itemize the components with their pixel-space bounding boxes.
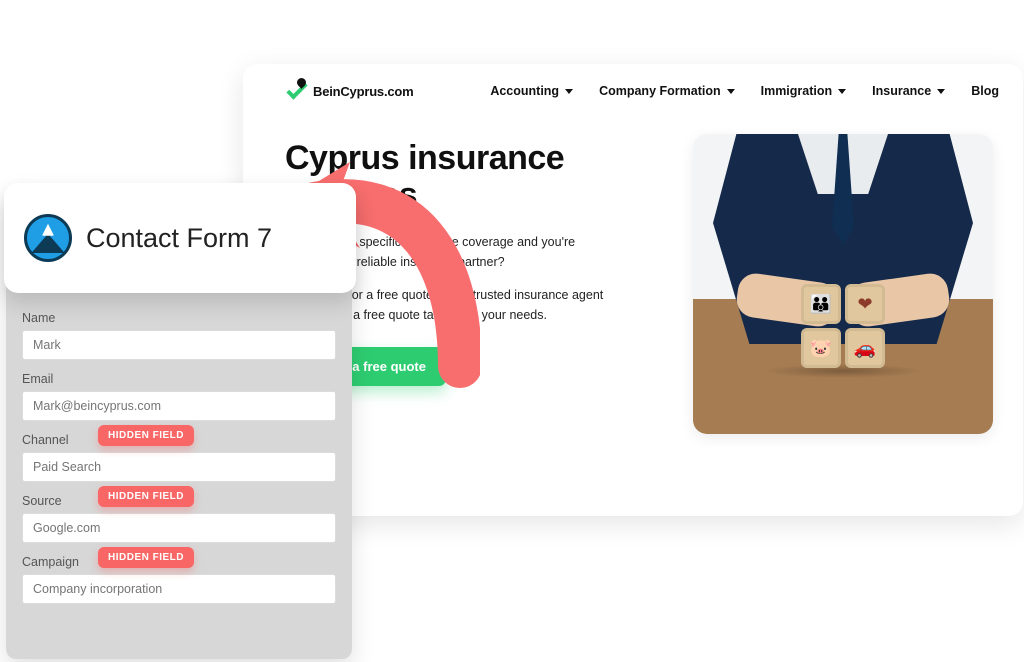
- hidden-field-badge: HIDDEN FIELD: [98, 425, 194, 446]
- car-icon: 🚗: [845, 328, 885, 368]
- hidden-field-badge: HIDDEN FIELD: [98, 486, 194, 507]
- logo-text: BeinCyprus.com: [313, 84, 414, 99]
- logo-mark-icon: [285, 80, 307, 102]
- nav-company-formation[interactable]: Company Formation: [599, 84, 735, 98]
- nav-label: Company Formation: [599, 84, 721, 98]
- website-screenshot: BeinCyprus.com Accounting Company Format…: [243, 64, 1023, 516]
- channel-input[interactable]: [22, 452, 336, 482]
- piggybank-icon: 🐷: [801, 328, 841, 368]
- nav-accounting[interactable]: Accounting: [490, 84, 573, 98]
- site-header: BeinCyprus.com Accounting Company Format…: [243, 64, 1023, 112]
- chevron-down-icon: [838, 89, 846, 94]
- source-input[interactable]: [22, 513, 336, 543]
- nav-label: Insurance: [872, 84, 931, 98]
- field-label: Name: [22, 311, 336, 325]
- family-icon: 👪: [801, 284, 841, 324]
- field-channel: HIDDEN FIELD Channel: [22, 433, 336, 482]
- heartbeat-icon: ❤: [845, 284, 885, 324]
- hero-image: 👪 ❤ 🐷 🚗: [693, 134, 993, 434]
- chevron-down-icon: [565, 89, 573, 94]
- nav-blog[interactable]: Blog: [971, 84, 999, 98]
- field-campaign: HIDDEN FIELD Campaign: [22, 555, 336, 604]
- field-label: Email: [22, 372, 336, 386]
- hidden-field-badge: HIDDEN FIELD: [98, 547, 194, 568]
- form-app-title: Contact Form 7: [86, 223, 272, 254]
- contact-form-7-logo-icon: [24, 214, 72, 262]
- chevron-down-icon: [727, 89, 735, 94]
- primary-nav: Accounting Company Formation Immigration…: [490, 84, 999, 98]
- form-app-header: Contact Form 7: [4, 183, 356, 293]
- hero: Cyprus insurance services Do you need sp…: [243, 112, 1023, 434]
- contact-form-panel: Contact Form 7 Name Email HIDDEN FIELD C…: [6, 189, 352, 659]
- nav-label: Blog: [971, 84, 999, 98]
- nav-label: Accounting: [490, 84, 559, 98]
- site-logo[interactable]: BeinCyprus.com: [285, 80, 414, 102]
- form-body: Name Email HIDDEN FIELD Channel HIDDEN F…: [22, 311, 336, 616]
- field-name: Name: [22, 311, 336, 360]
- field-source: HIDDEN FIELD Source: [22, 494, 336, 543]
- nav-label: Immigration: [761, 84, 833, 98]
- nav-insurance[interactable]: Insurance: [872, 84, 945, 98]
- field-email: Email: [22, 372, 336, 421]
- chevron-down-icon: [937, 89, 945, 94]
- email-input[interactable]: [22, 391, 336, 421]
- nav-immigration[interactable]: Immigration: [761, 84, 847, 98]
- campaign-input[interactable]: [22, 574, 336, 604]
- name-input[interactable]: [22, 330, 336, 360]
